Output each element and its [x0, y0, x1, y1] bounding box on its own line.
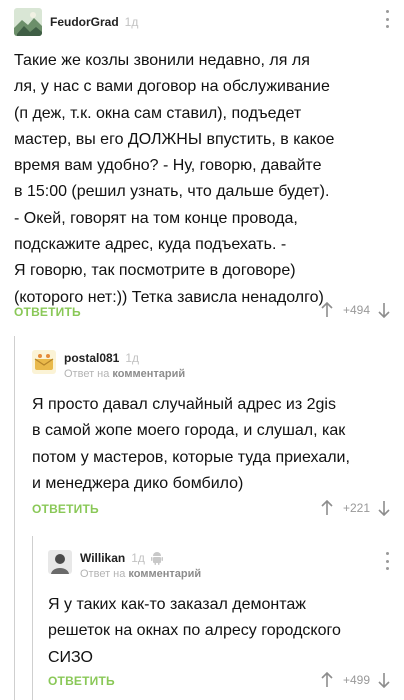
comment-time: 1д	[131, 551, 145, 565]
arrow-up-icon[interactable]	[321, 500, 333, 516]
arrow-up-icon[interactable]	[321, 672, 333, 688]
arrow-down-icon[interactable]	[378, 672, 390, 688]
reply-button[interactable]: ОТВЕТИТЬ	[32, 502, 99, 516]
comment-actions: ОТВЕТИТЬ	[32, 502, 99, 516]
reply-to-info: Ответ на комментарий	[64, 368, 185, 380]
avatar[interactable]	[48, 550, 72, 574]
author-name[interactable]: FeudorGrad	[50, 15, 119, 29]
comment: FeudorGrad 1д Такие же козлы звонили нед…	[0, 0, 404, 330]
avatar[interactable]	[32, 350, 56, 374]
avatar[interactable]	[14, 8, 42, 36]
vote-controls: +499	[321, 672, 390, 688]
author-name[interactable]: postal081	[64, 351, 119, 365]
arrow-down-icon[interactable]	[378, 500, 390, 516]
comment-meta: postal081 1д Ответ на комментарий	[64, 350, 185, 380]
comment: postal081 1д Ответ на комментарий Я прос…	[0, 330, 404, 530]
comment-actions: ОТВЕТИТЬ	[48, 674, 115, 688]
comment-score: +221	[342, 501, 370, 515]
parent-comment-link[interactable]: комментарий	[128, 568, 201, 580]
reply-to-prefix: Ответ на	[64, 368, 110, 380]
comment-score: +499	[342, 673, 370, 687]
author-name[interactable]: Willikan	[80, 551, 125, 565]
reply-button[interactable]: ОТВЕТИТЬ	[14, 305, 81, 319]
comment-header: postal081 1д Ответ на комментарий	[32, 350, 185, 380]
parent-comment-link[interactable]: комментарий	[112, 368, 185, 380]
vote-controls: +221	[321, 500, 390, 516]
comment: Willikan 1д Ответ на комментарий Я у так…	[0, 530, 404, 700]
comment-header: Willikan 1д Ответ на комментарий	[48, 550, 201, 580]
android-icon	[150, 551, 163, 565]
reply-to-info: Ответ на комментарий	[80, 568, 201, 580]
arrow-down-icon[interactable]	[378, 302, 390, 318]
more-vertical-icon[interactable]	[384, 10, 390, 28]
arrow-up-icon[interactable]	[321, 302, 333, 318]
comment-meta: FeudorGrad 1д	[50, 8, 138, 30]
reply-to-prefix: Ответ на	[80, 568, 126, 580]
comment-score: +494	[342, 303, 370, 317]
vote-controls: +494	[321, 302, 390, 318]
comment-header: FeudorGrad 1д	[14, 8, 138, 36]
comment-time: 1д	[124, 15, 139, 29]
more-vertical-icon[interactable]	[384, 552, 390, 570]
comment-actions: ОТВЕТИТЬ	[14, 305, 81, 319]
reply-button[interactable]: ОТВЕТИТЬ	[48, 674, 115, 688]
comment-text: Я просто давал случайный адрес из 2gis в…	[32, 396, 350, 492]
comment-text: Я у таких как-то заказал демонтаж решето…	[48, 596, 341, 666]
comment-meta: Willikan 1д Ответ на комментарий	[80, 550, 201, 580]
comment-time: 1д	[125, 351, 140, 365]
comment-text: Такие же козлы звонили недавно, ля ля ля…	[14, 52, 335, 306]
